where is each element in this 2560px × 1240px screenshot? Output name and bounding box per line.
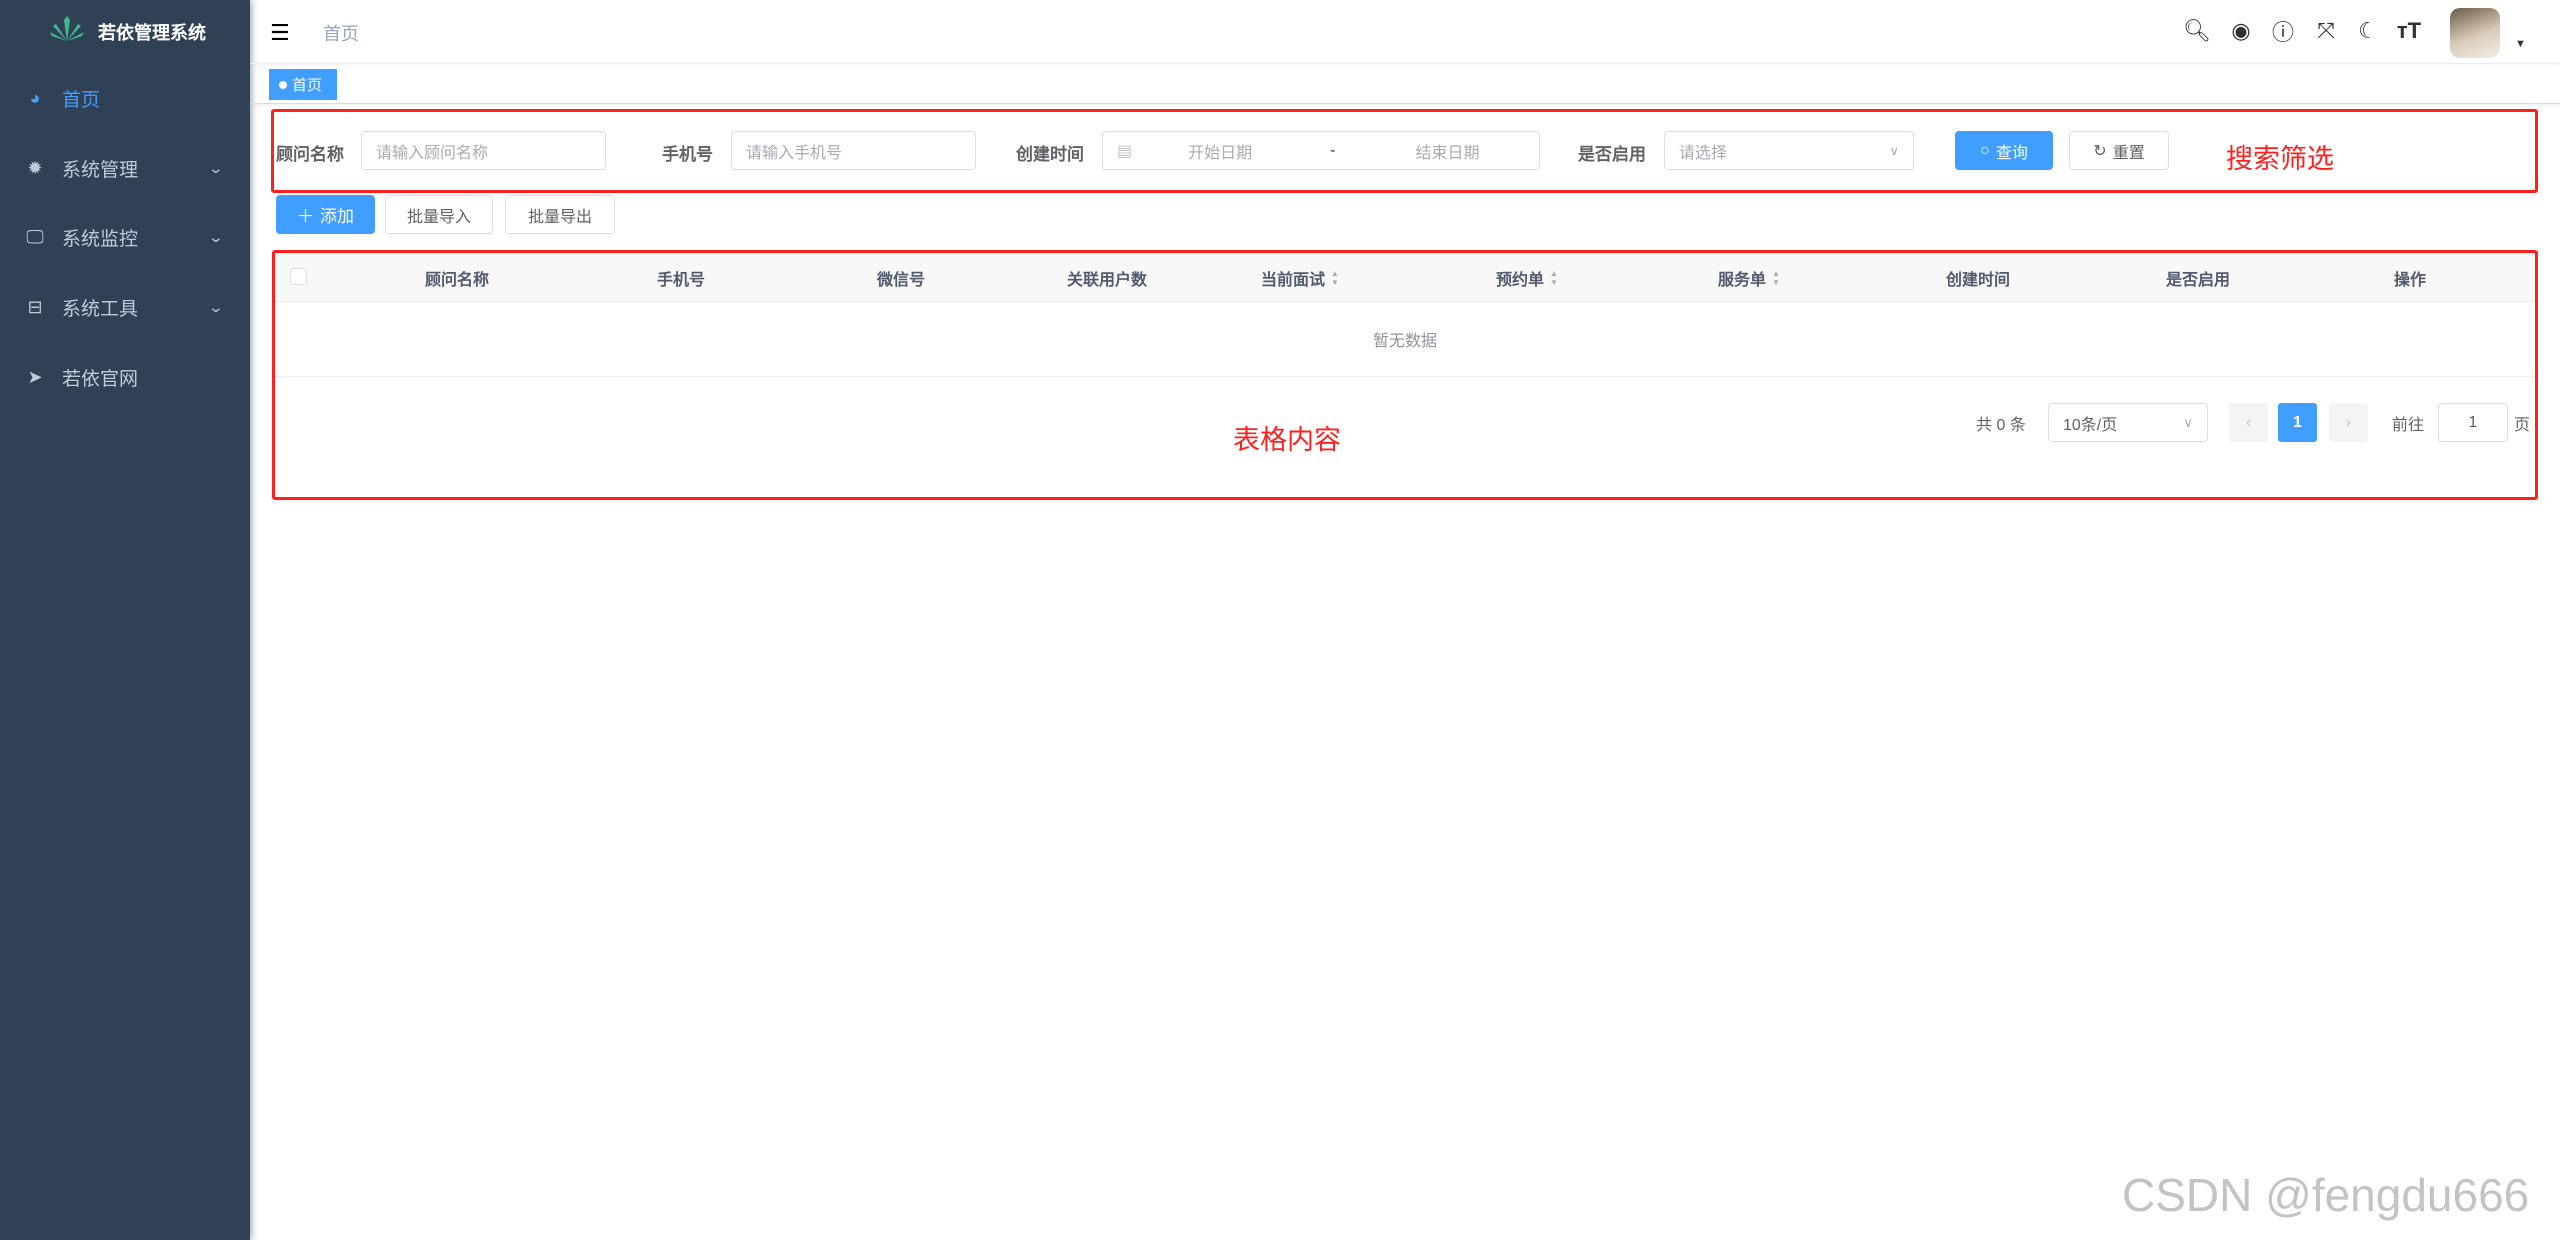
plus-icon: ＋ [297,207,314,226]
pagination-total: 共 0 条 [1976,416,2026,434]
reset-label: 重置 [2112,144,2145,162]
chevron-down-icon: ∨ [2183,414,2193,430]
column-label: 当前面试 [1261,271,1326,289]
tag-label: 首页 [292,77,323,94]
column-header-advisor-name: 顾问名称 [424,271,490,289]
chevron-down-icon: ∨ [1889,142,1899,158]
prev-page-button[interactable]: ‹ [2229,403,2268,442]
page-size-value: 10条/页 [2063,416,2118,434]
page-number-1[interactable]: 1 [2278,403,2317,442]
reset-button[interactable]: ↻ 重置 [2069,131,2169,170]
column-header-actions: 操作 [2393,271,2427,289]
page-suffix: 页 [2514,416,2531,434]
batch-export-button[interactable]: 批量导出 [505,195,615,234]
created-time-range[interactable]: ▤ 开始日期 - 结束日期 [1102,131,1540,170]
active-dot-icon [279,80,287,89]
sidebar-item-system-tools[interactable]: ⊟ 系统工具 ⌄ [0,272,250,342]
gear-icon: ✹ [27,157,43,178]
sidebar-item-system-monitor[interactable]: 🖵 系统监控 ⌄ [0,202,250,272]
sidebar-item-official-site[interactable]: ➤ 若依官网 [0,342,250,412]
enabled-select-placeholder: 请选择 [1679,144,1728,162]
enabled-label: 是否启用 [1578,145,1646,164]
navbar: ☰ 首页 🔍︎ ◉ ⓘ ⤧ ☾ ᴛT ▼ [250,0,2560,64]
sidebar-item-label: 系统管理 [62,159,139,181]
select-all-checkbox[interactable] [290,268,307,285]
hamburger-icon[interactable]: ☰ [270,20,290,46]
range-separator: - [1330,141,1336,159]
sidebar-item-label: 若依官网 [62,368,139,390]
chevron-down-icon: ⌄ [207,228,225,245]
dashboard-icon: ◕ [29,87,41,108]
goto-page-input[interactable]: 1 [2438,403,2508,442]
sidebar-item-label: 首页 [62,89,101,111]
monitor-icon: 🖵 [26,226,44,247]
goto-label: 前往 [2391,416,2424,434]
enabled-select[interactable]: 请选择 ∨ [1664,131,1914,170]
add-label: 添加 [320,207,354,226]
column-header-service-orders[interactable]: 服务单 ▲ ▼ [1718,253,1780,302]
phone-label: 手机号 [662,145,713,164]
table-annotation: 表格内容 [1233,425,1341,455]
add-button[interactable]: ＋ 添加 [276,195,375,234]
column-header-created-time: 创建时间 [1945,271,2011,289]
column-header-phone: 手机号 [656,271,706,289]
column-header-enabled: 是否启用 [2165,271,2231,289]
column-header-wechat: 微信号 [876,271,926,289]
phone-input[interactable]: 请输入手机号 [731,131,976,170]
next-page-button[interactable]: › [2329,403,2368,442]
paper-plane-icon: ➤ [27,366,43,387]
column-header-current-interview[interactable]: 当前面试 ▲ ▼ [1261,253,1339,302]
column-label: 服务单 [1718,271,1767,289]
sidebar: 若依管理系统 ◕ 首页 ✹ 系统管理 ⌄ 🖵 系统监控 ⌄ ⊟ 系统工具 ⌄ ➤… [0,0,250,1240]
breadcrumb[interactable]: 首页 [323,20,359,46]
advisor-name-input[interactable]: 请输入顾问名称 [361,131,606,170]
github-icon[interactable]: ◉ [2226,16,2256,46]
chevron-down-icon: ⌄ [207,159,225,176]
sidebar-item-system-management[interactable]: ✹ 系统管理 ⌄ [0,133,250,203]
sidebar-item-home[interactable]: ◕ 首页 [0,63,250,133]
sort-icon[interactable]: ▲ ▼ [1331,269,1339,287]
logo-icon [50,16,84,41]
empty-row: 暂无数据 [275,302,2535,377]
tag-home[interactable]: 首页 [269,69,337,100]
end-date-input[interactable]: 结束日期 [1415,139,1479,163]
fullscreen-icon[interactable]: ⤧ [2311,16,2341,46]
logo-title: 若依管理系统 [98,23,206,43]
search-icon: ○ [1980,141,1990,159]
advisor-name-label: 顾问名称 [276,145,344,164]
sidebar-item-label: 系统工具 [62,298,139,320]
font-size-icon[interactable]: ᴛT [2394,16,2424,46]
toolbox-icon: ⊟ [27,296,43,317]
sort-icon[interactable]: ▲ ▼ [1772,269,1780,287]
created-time-label: 创建时间 [1016,145,1084,164]
refresh-icon: ↻ [2093,142,2107,160]
search-annotation: 搜索筛选 [2226,144,2334,174]
sort-icon[interactable]: ▲ ▼ [1550,269,1558,287]
start-date-input[interactable]: 开始日期 [1188,139,1252,163]
chevron-down-icon: ⌄ [207,298,225,315]
watermark: CSDN @fengdu666 [2122,1169,2530,1221]
query-label: 查询 [1995,144,2028,162]
column-header-appointments[interactable]: 预约单 ▲ ▼ [1496,253,1558,302]
calendar-icon: ▤ [1117,142,1133,160]
page-size-select[interactable]: 10条/页 ∨ [2048,403,2208,442]
moon-icon[interactable]: ☾ [2353,16,2383,46]
column-label: 预约单 [1496,271,1545,289]
batch-import-button[interactable]: 批量导入 [385,195,493,234]
avatar[interactable] [2450,8,2500,58]
query-button[interactable]: ○ 查询 [1955,131,2053,170]
search-icon[interactable]: 🔍︎ [2182,16,2212,46]
sidebar-item-label: 系统监控 [62,228,139,250]
column-header-linked-users: 关联用户数 [1066,271,1148,289]
tags-view [250,64,2560,104]
caret-down-icon[interactable]: ▼ [2515,38,2526,50]
help-icon[interactable]: ⓘ [2268,16,2298,46]
